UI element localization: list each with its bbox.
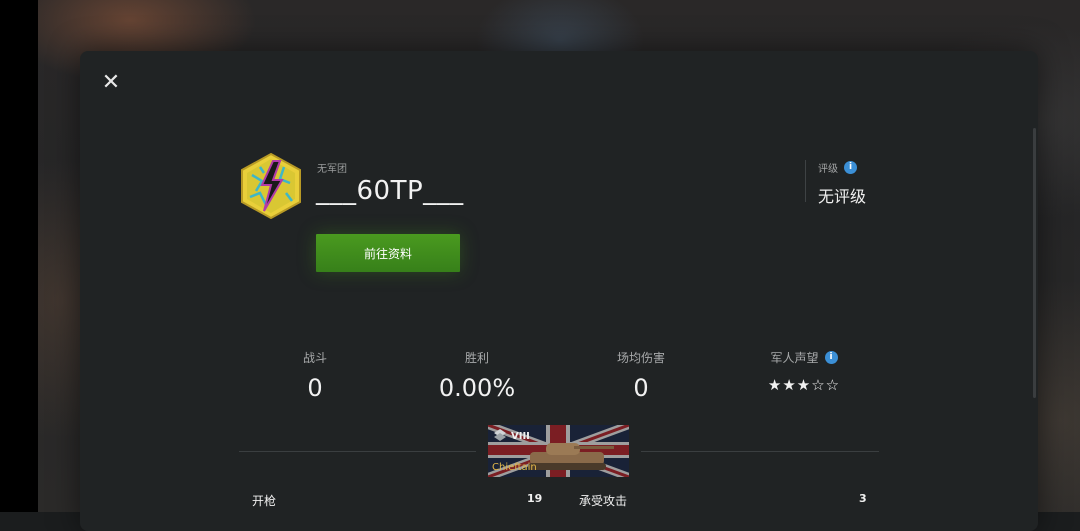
detail-label-shots: 开枪	[252, 494, 277, 508]
lightning-emblem-icon	[241, 153, 301, 219]
rating-label: 评级	[818, 164, 838, 175]
player-nickname: ___60TP___	[316, 176, 464, 206]
tank-name: Chieftain	[492, 462, 537, 473]
detail-value-shots: 19	[527, 492, 543, 505]
close-icon[interactable]: ✕	[100, 72, 122, 94]
stat-value: 0	[307, 374, 323, 402]
tank-tier: VIII	[511, 431, 530, 442]
detail-label-hits-received: 承受攻击	[579, 494, 628, 508]
rating-header: 评级 i	[818, 160, 857, 175]
left-black-bar	[0, 0, 38, 512]
info-icon[interactable]: i	[844, 161, 857, 174]
detail-value-hits-received: 3	[859, 492, 867, 505]
stat-wins: 胜利 0.00%	[397, 349, 557, 403]
stat-label: 胜利	[464, 350, 489, 365]
stat-label: 场均伤害	[616, 350, 665, 365]
go-to-profile-button[interactable]: 前往资料	[316, 234, 460, 272]
rating-value: 无评级	[818, 187, 867, 206]
stat-value: 0	[633, 374, 649, 402]
stat-value: 0.00%	[438, 374, 516, 402]
stat-reputation: 军人声望 i ★★★☆☆	[724, 349, 884, 394]
rating-divider	[805, 160, 806, 202]
stat-battles: 战斗 0	[235, 349, 395, 403]
stat-avg-damage: 场均伤害 0	[561, 349, 721, 403]
divider-right	[641, 451, 879, 452]
stat-label: 军人声望	[770, 350, 819, 365]
divider-left	[239, 451, 476, 452]
reputation-stars: ★★★☆☆	[767, 376, 841, 394]
info-icon[interactable]: i	[824, 350, 838, 364]
stat-label: 战斗	[302, 350, 327, 365]
clan-label: 无军团	[317, 164, 347, 175]
scrollbar[interactable]	[1033, 128, 1036, 398]
